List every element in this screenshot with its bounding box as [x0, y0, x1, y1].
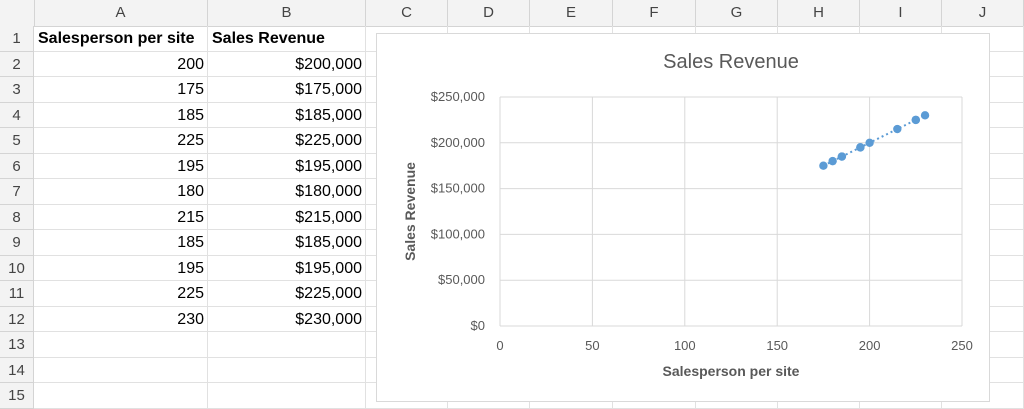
column-header-c[interactable]: C — [366, 0, 448, 26]
column-header-h[interactable]: H — [778, 0, 860, 26]
scatter-chart: Sales Revenue $0 $50,000 $100,000 $150,000 $2… — [402, 51, 973, 379]
cell-b10[interactable]: $195,000 — [208, 256, 366, 282]
row-header-10[interactable]: 10 — [0, 255, 34, 281]
cell-b5[interactable]: $225,000 — [208, 128, 366, 154]
cell-a6[interactable]: 195 — [34, 154, 208, 180]
cell-b3[interactable]: $175,000 — [208, 77, 366, 103]
column-header-d[interactable]: D — [448, 0, 530, 26]
x-tick-label: 100 — [674, 338, 696, 353]
data-point — [920, 111, 930, 120]
cell-a11[interactable]: 225 — [34, 281, 208, 307]
cell-a1[interactable]: Salesperson per site — [34, 26, 208, 52]
y-tick-label: $100,000 — [431, 226, 485, 241]
data-point — [828, 156, 837, 166]
row-header-2[interactable]: 2 — [0, 51, 34, 77]
row-header-15[interactable]: 15 — [0, 383, 34, 409]
cell-a10[interactable]: 195 — [34, 256, 208, 282]
y-tick-label: $0 — [471, 318, 485, 333]
row-header-13[interactable]: 13 — [0, 332, 34, 358]
y-tick-label: $250,000 — [431, 89, 485, 104]
cell-a5[interactable]: 225 — [34, 128, 208, 154]
x-tick-label: 250 — [951, 338, 973, 353]
cell-b4[interactable]: $185,000 — [208, 103, 366, 129]
cell-a2[interactable]: 200 — [34, 52, 208, 78]
row-header-5[interactable]: 5 — [0, 128, 34, 154]
row-header-14[interactable]: 14 — [0, 357, 34, 383]
y-tick-label: $150,000 — [431, 181, 485, 196]
column-header-b[interactable]: B — [208, 0, 366, 26]
cell-b2[interactable]: $200,000 — [208, 52, 366, 78]
column-header-g[interactable]: G — [696, 0, 778, 26]
cell-b12[interactable]: $230,000 — [208, 307, 366, 333]
cell-b6[interactable]: $195,000 — [208, 154, 366, 180]
cell-b1[interactable]: Sales Revenue — [208, 26, 366, 52]
data-point — [893, 124, 902, 134]
x-tick-label: 50 — [585, 338, 599, 353]
row-header-11[interactable]: 11 — [0, 281, 34, 307]
cell-b7[interactable]: $180,000 — [208, 179, 366, 205]
chart-title: Sales Revenue — [663, 51, 799, 73]
x-tick-label: 0 — [496, 338, 503, 353]
column-header-a[interactable]: A — [34, 0, 208, 26]
y-tick-label: $50,000 — [438, 272, 485, 287]
data-point — [837, 152, 847, 161]
y-axis-label: Sales Revenue — [402, 162, 418, 261]
row-header-3[interactable]: 3 — [0, 77, 34, 103]
cell-b8[interactable]: $215,000 — [208, 205, 366, 231]
row-header-8[interactable]: 8 — [0, 204, 34, 230]
column-header-i[interactable]: I — [860, 0, 942, 26]
row-header-4[interactable]: 4 — [0, 102, 34, 128]
row-header-7[interactable]: 7 — [0, 179, 34, 205]
row-header-6[interactable]: 6 — [0, 153, 34, 179]
cell-b9[interactable]: $185,000 — [208, 230, 366, 256]
y-tick-label: $200,000 — [431, 135, 485, 150]
cell-a12[interactable]: 230 — [34, 307, 208, 333]
cell-a7[interactable]: 180 — [34, 179, 208, 205]
data-point — [911, 115, 920, 125]
cell-a4[interactable]: 185 — [34, 103, 208, 129]
x-tick-label: 200 — [859, 338, 881, 353]
row-header-1[interactable]: 1 — [0, 26, 34, 52]
column-header-e[interactable]: E — [530, 0, 613, 26]
chart-area[interactable]: Sales Revenue $0 $50,000 $100,000 $150,000 $2… — [376, 33, 990, 402]
row-header-12[interactable]: 12 — [0, 306, 34, 332]
data-point — [865, 138, 874, 147]
cell-a9[interactable]: 185 — [34, 230, 208, 256]
x-tick-label: 150 — [766, 338, 788, 353]
data-point — [856, 143, 865, 152]
data-point — [819, 161, 828, 170]
cell-b11[interactable]: $225,000 — [208, 281, 366, 307]
row-header-9[interactable]: 9 — [0, 230, 34, 256]
cell-a8[interactable]: 215 — [34, 205, 208, 231]
cell-a3[interactable]: 175 — [34, 77, 208, 103]
select-all-corner[interactable] — [0, 0, 35, 26]
column-header-f[interactable]: F — [613, 0, 696, 26]
column-header-j[interactable]: J — [942, 0, 1024, 26]
x-axis-label: Salesperson per site — [663, 363, 800, 379]
